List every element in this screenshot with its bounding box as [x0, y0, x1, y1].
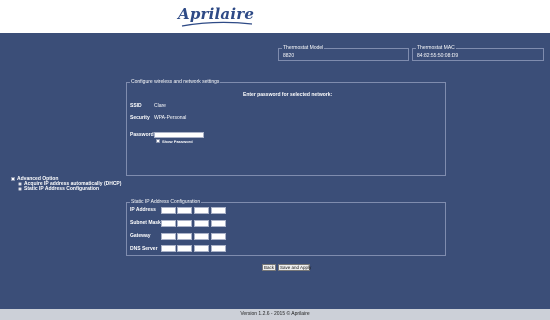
gateway-octet-4[interactable]	[211, 233, 226, 240]
password-prompt: Enter password for selected network:	[243, 92, 333, 98]
dns-octet-3[interactable]	[194, 245, 209, 252]
thermostat-mac-value: 84:82:55:50:08:D9	[417, 53, 459, 59]
gateway-octet-1[interactable]	[161, 233, 176, 240]
thermostat-model-value: 8820	[283, 53, 295, 59]
gateway-label: Gateway	[130, 233, 151, 239]
thermostat-model-label: Thermostat Model	[282, 45, 325, 52]
static-ip-option-label: Static IP Address Configuration	[24, 186, 100, 192]
header-bar: Aprilaire	[0, 0, 550, 33]
password-label: Password	[130, 132, 154, 138]
dns-octet-2[interactable]	[177, 245, 192, 252]
wireless-settings-legend: Configure wireless and network settings	[130, 79, 221, 86]
ip-octet-2[interactable]	[177, 207, 192, 214]
version-text: Version 1.2.6 - 2015 © Aprilaire	[240, 311, 310, 317]
password-input[interactable]	[154, 132, 204, 138]
advanced-option-checkbox[interactable]	[11, 177, 15, 181]
aprilaire-logo: Aprilaire	[178, 6, 258, 28]
gateway-octet-3[interactable]	[194, 233, 209, 240]
ip-octet-3[interactable]	[194, 207, 209, 214]
ssid-value: Clare	[154, 103, 166, 109]
gateway-octet-2[interactable]	[177, 233, 192, 240]
logo-swoosh-icon	[181, 21, 253, 27]
show-password-checkbox[interactable]	[156, 139, 160, 143]
dns-server-label: DNS Server	[130, 246, 158, 252]
subnet-octet-1[interactable]	[161, 220, 176, 227]
thermostat-model-box: Thermostat Model 8820	[278, 45, 409, 61]
subnet-octet-2[interactable]	[177, 220, 192, 227]
static-ip-legend: Static IP Address Configuration	[130, 199, 202, 206]
ip-octet-1[interactable]	[161, 207, 176, 214]
subnet-octet-3[interactable]	[194, 220, 209, 227]
show-password-label: Show Password	[162, 139, 193, 144]
thermostat-mac-label: Thermostat MAC	[416, 45, 456, 52]
ssid-label: SSID	[130, 103, 142, 109]
ip-address-label: IP Address	[130, 207, 156, 213]
footer-bar: Version 1.2.6 - 2015 © Aprilaire	[0, 309, 550, 320]
subnet-octet-4[interactable]	[211, 220, 226, 227]
subnet-mask-label: Subnet Mask	[130, 220, 161, 226]
static-ip-radio[interactable]	[18, 187, 22, 191]
save-and-apply-button[interactable]: Save and Apply	[278, 264, 311, 271]
dns-octet-1[interactable]	[161, 245, 176, 252]
ip-octet-4[interactable]	[211, 207, 226, 214]
security-value: WPA-Personal	[154, 115, 187, 121]
thermostat-mac-box: Thermostat MAC 84:82:55:50:08:D9	[412, 45, 544, 61]
security-label: Security	[130, 115, 150, 121]
back-button[interactable]: Back	[262, 264, 276, 271]
dns-octet-4[interactable]	[211, 245, 226, 252]
dhcp-radio[interactable]	[18, 182, 22, 186]
